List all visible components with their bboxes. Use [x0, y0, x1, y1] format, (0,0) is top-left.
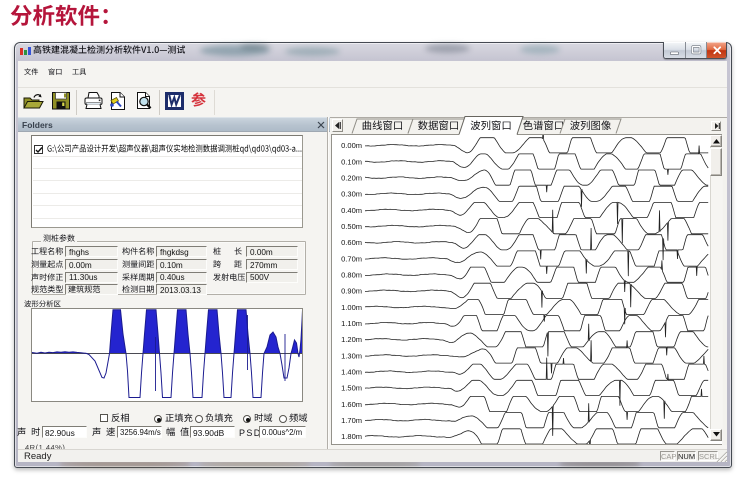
svg-text:0.40m: 0.40m: [341, 206, 362, 215]
svg-text:0.80m: 0.80m: [341, 271, 362, 280]
svg-text:0.10m: 0.10m: [341, 157, 362, 166]
svg-text:1.10m: 1.10m: [341, 319, 362, 328]
svg-text:1.30m: 1.30m: [341, 351, 362, 360]
svg-text:0.30m: 0.30m: [341, 190, 362, 199]
svg-text:1.70m: 1.70m: [341, 416, 362, 425]
svg-text:1.80m: 1.80m: [341, 432, 362, 441]
svg-text:1.60m: 1.60m: [341, 400, 362, 409]
svg-text:0.20m: 0.20m: [341, 173, 362, 182]
svg-text:1.00m: 1.00m: [341, 303, 362, 312]
svg-text:1.40m: 1.40m: [341, 368, 362, 377]
svg-text:0.70m: 0.70m: [341, 254, 362, 263]
svg-text:0.50m: 0.50m: [341, 222, 362, 231]
svg-text:0.90m: 0.90m: [341, 287, 362, 296]
svg-text:1.20m: 1.20m: [341, 335, 362, 344]
svg-text:0.60m: 0.60m: [341, 238, 362, 247]
svg-text:1.50m: 1.50m: [341, 384, 362, 393]
svg-text:0.00m: 0.00m: [341, 141, 362, 150]
